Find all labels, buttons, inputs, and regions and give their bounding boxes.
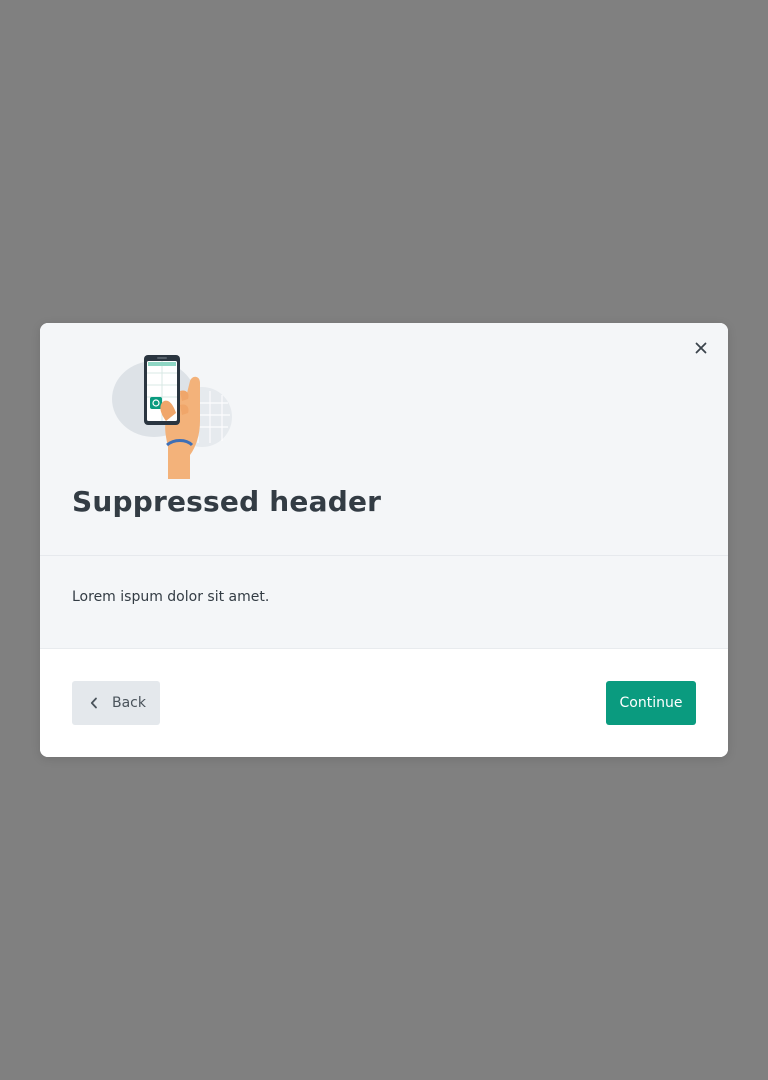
back-button-label: Back [112,695,146,711]
chevron-left-icon [88,697,100,709]
modal-header: Suppressed header [40,323,728,556]
continue-button[interactable]: Continue [606,681,696,725]
modal-title: Suppressed header [72,485,382,518]
close-icon [695,342,707,354]
modal-body-text: Lorem ispum dolor sit amet. [72,589,270,605]
modal-dialog: Suppressed header Lorem ispum dolor sit … [40,323,728,757]
hand-holding-phone-illustration [112,355,232,479]
modal-body: Lorem ispum dolor sit amet. [40,556,728,649]
modal-footer: Back Continue [40,649,728,757]
close-button[interactable] [691,338,711,358]
back-button[interactable]: Back [72,681,160,725]
